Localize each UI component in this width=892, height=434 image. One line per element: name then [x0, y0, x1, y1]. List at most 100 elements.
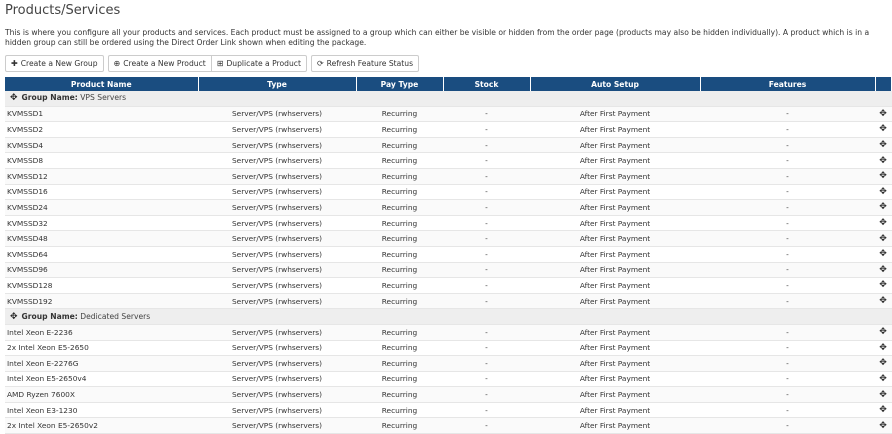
product-name[interactable]: KVMSSD8: [5, 152, 198, 169]
product-name[interactable]: Intel Xeon E3-1230: [5, 402, 198, 419]
product-name[interactable]: Intel Xeon E-2276G: [5, 355, 198, 372]
table-row[interactable]: KVMSSD24 Server/VPS (rwhservers) Recurring…: [5, 199, 892, 216]
product-name[interactable]: KVMSSD1: [5, 106, 198, 123]
product-features: -: [700, 121, 875, 138]
table-header-row: Product Name Type Pay Type Stock Auto Se…: [5, 77, 892, 91]
product-auto-setup: After First Payment: [530, 106, 700, 123]
move-icon[interactable]: ✥: [875, 371, 891, 388]
product-name[interactable]: KVMSSD24: [5, 199, 198, 216]
move-icon[interactable]: ✥: [875, 277, 891, 294]
column-header-stock[interactable]: Stock: [443, 77, 531, 91]
product-pay-type: Recurring: [356, 121, 443, 138]
group-name[interactable]: Dedicated Servers: [80, 312, 150, 321]
product-name[interactable]: AMD Ryzen 7600X: [5, 386, 198, 403]
product-type: Server/VPS (rwhservers): [198, 355, 356, 372]
move-icon[interactable]: ✥: [875, 293, 891, 310]
move-icon[interactable]: ✥: [875, 230, 891, 247]
product-pay-type: Recurring: [356, 402, 443, 419]
product-auto-setup: After First Payment: [530, 199, 700, 216]
move-icon[interactable]: ✥: [875, 184, 891, 201]
table-row[interactable]: KVMSSD2 Server/VPS (rwhservers) Recurring -…: [5, 121, 892, 138]
product-features: -: [700, 417, 875, 434]
move-icon[interactable]: ✥: [875, 199, 891, 216]
product-stock: -: [443, 324, 530, 341]
move-icon[interactable]: ✥: [875, 137, 891, 154]
product-features: -: [700, 246, 875, 263]
move-icon[interactable]: ✥: [875, 168, 891, 185]
column-header-features[interactable]: Features: [700, 77, 876, 91]
move-icon[interactable]: ✥: [875, 355, 891, 372]
move-icon[interactable]: ✥: [875, 106, 891, 123]
move-icon[interactable]: ✥: [875, 262, 891, 279]
plus-square-icon: ⊞: [216, 58, 224, 68]
product-name[interactable]: Intel Xeon E-2236: [5, 324, 198, 341]
column-header-product-name[interactable]: Product Name: [5, 77, 199, 91]
table-row[interactable]: KVMSSD1 Server/VPS (rwhservers) Recurring -…: [5, 106, 892, 123]
move-icon[interactable]: ✥: [875, 324, 891, 341]
move-icon[interactable]: ✥: [875, 121, 891, 138]
table-row[interactable]: AMD Ryzen 7600X Server/VPS (rwhservers) Re…: [5, 386, 892, 403]
product-name[interactable]: KVMSSD96: [5, 262, 198, 279]
create-product-button[interactable]: ⊕ Create a New Product: [107, 55, 212, 72]
product-name[interactable]: KVMSSD12: [5, 168, 198, 185]
product-features: -: [700, 371, 875, 388]
product-name[interactable]: 2x Intel Xeon E5-2650: [5, 340, 198, 357]
group-name[interactable]: VPS Servers: [80, 93, 126, 102]
table-row[interactable]: KVMSSD16 Server/VPS (rwhservers) Recurring…: [5, 184, 892, 201]
product-type: Server/VPS (rwhservers): [198, 262, 356, 279]
table-row[interactable]: Intel Xeon E-2236 Server/VPS (rwhservers)…: [5, 324, 892, 341]
product-auto-setup: After First Payment: [530, 215, 700, 232]
table-row[interactable]: 2x Intel Xeon E5-2650v2 Server/VPS (rwhse…: [5, 417, 892, 434]
product-name[interactable]: KVMSSD192: [5, 293, 198, 310]
move-icon[interactable]: ✥: [875, 417, 891, 434]
table-row[interactable]: KVMSSD4 Server/VPS (rwhservers) Recurring -…: [5, 137, 892, 154]
move-icon[interactable]: ✥: [875, 340, 891, 357]
table-row[interactable]: KVMSSD12 Server/VPS (rwhservers) Recurring…: [5, 168, 892, 185]
column-header-type[interactable]: Type: [198, 77, 357, 91]
product-features: -: [700, 106, 875, 123]
table-row[interactable]: KVMSSD48 Server/VPS (rwhservers) Recurring…: [5, 230, 892, 247]
product-name[interactable]: Intel Xeon E5-2650v4: [5, 371, 198, 388]
product-type: Server/VPS (rwhservers): [198, 137, 356, 154]
duplicate-product-button[interactable]: ⊞ Duplicate a Product: [210, 55, 307, 72]
column-header-auto-setup[interactable]: Auto Setup: [530, 77, 701, 91]
table-row[interactable]: KVMSSD192 Server/VPS (rwhservers) Recurrin…: [5, 293, 892, 310]
refresh-feature-status-button[interactable]: ⟳ Refresh Feature Status: [310, 55, 420, 72]
product-pay-type: Recurring: [356, 324, 443, 341]
product-stock: -: [443, 137, 530, 154]
table-row[interactable]: KVMSSD8 Server/VPS (rwhservers) Recurring -…: [5, 152, 892, 169]
move-icon[interactable]: ✥: [875, 402, 891, 419]
column-header-pay-type[interactable]: Pay Type: [356, 77, 444, 91]
move-icon[interactable]: ✥: [875, 215, 891, 232]
group-name-label: Group Name:: [21, 93, 78, 103]
product-pay-type: Recurring: [356, 215, 443, 232]
table-row[interactable]: KVMSSD96 Server/VPS (rwhservers) Recurring…: [5, 262, 892, 279]
table-row[interactable]: KVMSSD64 Server/VPS (rwhservers) Recurring…: [5, 246, 892, 263]
table-row[interactable]: Intel Xeon E5-2650v4 Server/VPS (rwhserve…: [5, 371, 892, 388]
move-icon[interactable]: ✥: [10, 312, 18, 322]
product-name[interactable]: 2x Intel Xeon E5-2650v2: [5, 417, 198, 434]
move-icon[interactable]: ✥: [875, 246, 891, 263]
move-icon[interactable]: ✥: [875, 152, 891, 169]
page-description: This is where you configure all your pro…: [5, 28, 870, 47]
product-name[interactable]: KVMSSD128: [5, 277, 198, 294]
table-row[interactable]: KVMSSD32 Server/VPS (rwhservers) Recurring…: [5, 215, 892, 232]
product-button-group: ⊕ Create a New Product ⊞ Duplicate a Pro…: [107, 55, 307, 73]
product-name[interactable]: KVMSSD32: [5, 215, 198, 232]
product-features: -: [700, 355, 875, 372]
product-name[interactable]: KVMSSD64: [5, 246, 198, 263]
move-icon[interactable]: ✥: [10, 93, 18, 103]
move-icon[interactable]: ✥: [875, 386, 891, 403]
product-pay-type: Recurring: [356, 184, 443, 201]
table-row[interactable]: 2x Intel Xeon E5-2650 Server/VPS (rwhserv…: [5, 340, 892, 357]
table-row[interactable]: Intel Xeon E3-1230 Server/VPS (rwhservers…: [5, 402, 892, 419]
product-name[interactable]: KVMSSD16: [5, 184, 198, 201]
table-row[interactable]: KVMSSD128 Server/VPS (rwhservers) Recurrin…: [5, 277, 892, 294]
product-name[interactable]: KVMSSD48: [5, 230, 198, 247]
product-pay-type: Recurring: [356, 199, 443, 216]
create-group-button[interactable]: ✚ Create a New Group: [5, 55, 104, 72]
product-features: -: [700, 215, 875, 232]
product-name[interactable]: KVMSSD2: [5, 121, 198, 138]
table-row[interactable]: Intel Xeon E-2276G Server/VPS (rwhservers…: [5, 355, 892, 372]
product-name[interactable]: KVMSSD4: [5, 137, 198, 154]
